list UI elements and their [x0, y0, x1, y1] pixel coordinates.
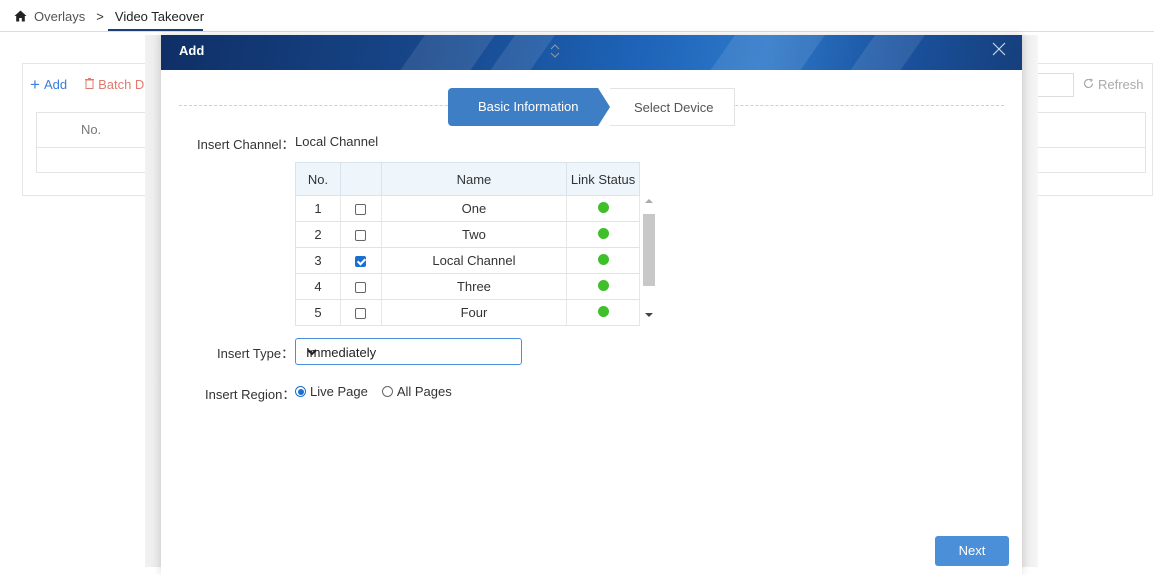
row-checkbox[interactable] [355, 308, 367, 320]
insert-channel-label: Insert Channel： [197, 137, 295, 152]
table-row[interactable]: 3 Local Channel [295, 247, 640, 274]
breadcrumb: Overlays > Video Takeover [14, 5, 204, 27]
home-icon[interactable] [14, 10, 27, 22]
cell-checkbox[interactable] [340, 195, 382, 222]
cell-no: 2 [295, 221, 341, 248]
radio-label: Live Page [310, 384, 368, 399]
table-row[interactable]: 4 Three [295, 273, 640, 300]
step-label: Select Device [634, 100, 714, 115]
step-select-device[interactable]: Select Device [610, 88, 735, 126]
add-dialog: Add Basic Information Select Device Inse… [161, 35, 1022, 575]
row-checkbox[interactable] [355, 204, 367, 216]
cell-no: 1 [295, 195, 341, 222]
radio-live-page[interactable]: Live Page [295, 384, 368, 399]
plus-icon: + [30, 75, 40, 94]
status-online-icon [597, 202, 609, 213]
next-button[interactable]: Next [935, 536, 1009, 566]
cell-no: 3 [295, 247, 341, 274]
col-header-link-status: Link Status [566, 162, 640, 196]
col-header-name-label: Name [456, 171, 492, 187]
scroll-thumb[interactable] [643, 214, 655, 286]
insert-type-label: Insert Type： [217, 346, 295, 361]
cell-link-status [566, 299, 640, 326]
insert-region-label: Insert Region： [205, 387, 296, 402]
row-checkbox[interactable] [355, 282, 367, 294]
cell-checkbox[interactable] [340, 221, 382, 248]
table-scrollbar[interactable] [642, 197, 656, 326]
step-label: Basic Information [478, 99, 579, 114]
status-online-icon [597, 228, 609, 239]
cell-no: 4 [295, 273, 341, 300]
background-col-no: No. [81, 122, 102, 137]
cell-checkbox[interactable] [340, 273, 382, 300]
cell-checkbox[interactable] [340, 299, 382, 326]
row-checkbox-checked[interactable] [355, 256, 367, 268]
col-header-name[interactable]: Name [380, 162, 568, 196]
table-row[interactable]: 1 One [295, 195, 640, 222]
insert-region-radio-group: Live Page All Pages [295, 384, 460, 399]
insert-channel-value: Local Channel [295, 134, 379, 149]
insert-type-select[interactable]: Immediately [295, 338, 522, 365]
cell-name: Two [381, 221, 568, 248]
col-header-checkbox [339, 162, 382, 196]
scroll-down-icon[interactable] [645, 313, 653, 317]
refresh-icon [1083, 77, 1094, 92]
cell-name: Four [381, 299, 568, 326]
table-row[interactable]: 5 Four [295, 299, 640, 326]
row-checkbox[interactable] [355, 230, 367, 242]
refresh-button[interactable]: Refresh [1083, 77, 1144, 92]
status-online-icon [597, 306, 609, 317]
radio-checked-icon[interactable] [295, 386, 306, 397]
modal-backdrop-right [1022, 35, 1038, 567]
cell-link-status [566, 273, 640, 300]
chevron-down-icon [306, 346, 515, 361]
cell-no: 5 [295, 299, 341, 326]
dialog-header: Add [161, 35, 1022, 70]
sort-icon[interactable] [550, 43, 560, 62]
cell-link-status [566, 247, 640, 274]
cell-checkbox[interactable] [340, 247, 382, 274]
add-label: Add [43, 77, 68, 92]
col-header-no: No. [295, 162, 341, 196]
breadcrumb-parent[interactable]: Overlays [34, 9, 85, 24]
table-row[interactable]: 2 Two [295, 221, 640, 248]
status-online-icon [597, 254, 609, 265]
add-button[interactable]: + Add [30, 76, 67, 93]
trash-icon [85, 77, 95, 92]
status-online-icon [597, 280, 609, 291]
breadcrumb-separator: > [96, 8, 104, 24]
channel-table: No. Name Link Status 1 One 2 Two 3 Local… [295, 162, 640, 326]
radio-unchecked-icon[interactable] [381, 386, 393, 397]
breadcrumb-current: Video Takeover [114, 8, 205, 24]
header-divider [0, 31, 1154, 32]
cell-name: One [381, 195, 568, 222]
radio-label: All Pages [396, 384, 452, 399]
refresh-label: Refresh [1098, 77, 1144, 92]
cell-link-status [566, 195, 640, 222]
cell-name: Local Channel [381, 247, 568, 274]
close-icon[interactable] [992, 42, 1008, 58]
modal-backdrop-left [145, 35, 161, 567]
cell-name: Three [381, 273, 568, 300]
cell-link-status [566, 221, 640, 248]
background-toolbar: + Add Batch Dele [30, 76, 162, 93]
radio-all-pages[interactable]: All Pages [381, 384, 452, 399]
dialog-title: Add [179, 43, 205, 58]
scroll-up-icon[interactable] [645, 199, 653, 203]
step-basic-information[interactable]: Basic Information [448, 88, 610, 126]
